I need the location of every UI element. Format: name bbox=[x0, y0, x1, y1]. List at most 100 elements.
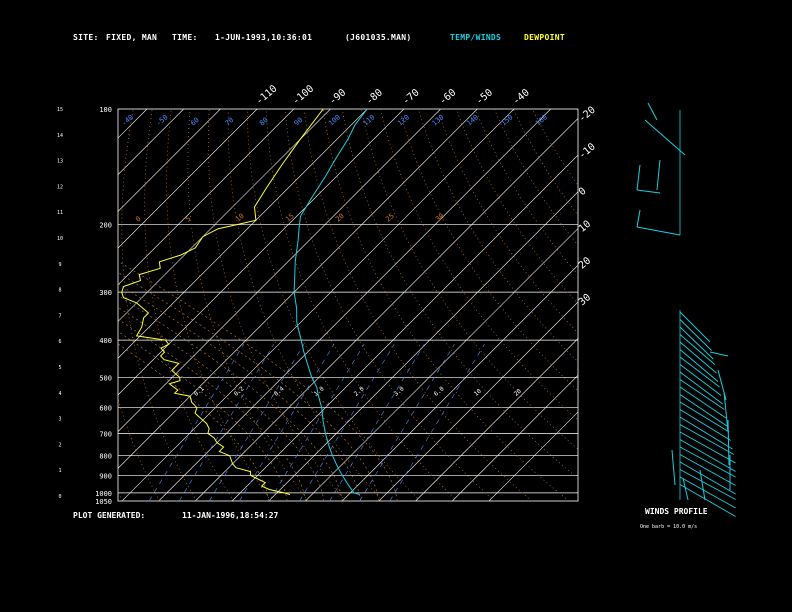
height-tick-label: 5 bbox=[58, 365, 61, 371]
pressure-tick-label: 700 bbox=[99, 430, 112, 438]
height-tick-label: 8 bbox=[58, 288, 61, 294]
height-tick-label: 7 bbox=[58, 313, 61, 319]
height-tick-label: 3 bbox=[58, 417, 61, 423]
mixing-ratio-label: 6.0 bbox=[433, 385, 446, 398]
isotherm-line bbox=[305, 228, 578, 501]
isotherm-line bbox=[415, 338, 578, 501]
mixing-ratio-line bbox=[208, 344, 305, 501]
dewpoint-profile-line bbox=[121, 108, 324, 495]
dry-adiabat-line bbox=[121, 109, 198, 501]
dry-adiabat-label: 120 bbox=[396, 113, 411, 127]
isotherm-top-label: -70 bbox=[401, 87, 422, 107]
wind-barb bbox=[679, 379, 725, 410]
isotherm-top-label: -110 bbox=[254, 83, 280, 107]
isotherm-line bbox=[488, 411, 578, 501]
grid-layer bbox=[0, 108, 579, 502]
moist-adiabat-line bbox=[118, 318, 306, 501]
mixing-ratio-line bbox=[389, 344, 485, 501]
dry-adiabat-line bbox=[246, 109, 421, 501]
dry-adiabat-line bbox=[118, 490, 123, 501]
wind-barb bbox=[679, 334, 716, 365]
mixing-ratio-line bbox=[359, 344, 455, 501]
moist-adiabat-label: 15 bbox=[284, 212, 296, 224]
dry-adiabat-line bbox=[493, 109, 578, 246]
dry-adiabat-label: 150 bbox=[500, 113, 515, 127]
height-tick-label: 4 bbox=[58, 391, 61, 397]
moist-adiabat-line bbox=[119, 261, 398, 501]
wind-barb bbox=[679, 476, 736, 509]
isotherm-line bbox=[0, 109, 110, 501]
mixing-ratio-line bbox=[269, 344, 365, 501]
wind-barb bbox=[679, 469, 736, 500]
dry-adiabat-line bbox=[284, 109, 495, 501]
height-tick-label: 15 bbox=[57, 107, 63, 113]
height-tick-label: 11 bbox=[57, 210, 63, 216]
pressure-tick-label: 300 bbox=[99, 289, 112, 297]
dry-adiabat-label: 100 bbox=[327, 113, 342, 127]
isotherm-line bbox=[231, 154, 578, 501]
interior-grid bbox=[0, 109, 578, 501]
wind-barb bbox=[679, 446, 736, 478]
winds-profile-title: WINDS PROFILE bbox=[645, 507, 708, 516]
pressure-tick-label: 400 bbox=[99, 337, 112, 345]
plot-frame bbox=[117, 108, 579, 502]
isotherm-line bbox=[118, 109, 368, 359]
isotherm-top-label: -40 bbox=[511, 87, 532, 107]
dry-adiabat-line bbox=[531, 109, 578, 186]
isotherm-top-label: -90 bbox=[327, 87, 348, 107]
wind-barb bbox=[647, 102, 658, 121]
pressure-tick-label: 1050 bbox=[95, 498, 112, 506]
mixing-ratio-label: 1.0 bbox=[313, 385, 326, 398]
data-layer bbox=[121, 108, 368, 495]
wind-barb bbox=[709, 351, 729, 357]
isotherm-line bbox=[195, 117, 578, 501]
isotherm-line bbox=[341, 264, 578, 501]
pressure-tick-label: 200 bbox=[99, 222, 112, 230]
mixing-ratio-line bbox=[178, 344, 275, 501]
moist-adiabat-label: 30 bbox=[434, 212, 446, 224]
isotherm-right-label: 0 bbox=[577, 186, 589, 198]
moist-adiabat-line bbox=[118, 331, 288, 501]
isotherm-line bbox=[0, 109, 74, 501]
dry-adiabat-line bbox=[207, 109, 346, 501]
height-tick-label: 0 bbox=[58, 494, 61, 500]
dry-adiabat-line bbox=[322, 109, 570, 501]
dry-adiabat-line bbox=[512, 109, 578, 217]
wind-barb bbox=[679, 356, 720, 388]
pressure-tick-label: 1000 bbox=[95, 490, 112, 498]
moist-adiabat-label: 25 bbox=[384, 212, 396, 224]
wind-barb bbox=[636, 209, 641, 228]
height-tick-label: 9 bbox=[58, 262, 61, 268]
isotherm-right-label: -10 bbox=[577, 141, 598, 161]
wind-barb bbox=[727, 419, 730, 466]
isotherm-line bbox=[118, 109, 295, 286]
dry-adiabat-label: -40 bbox=[120, 113, 135, 127]
dry-adiabat-line bbox=[474, 109, 578, 276]
plot-generated-value: 11-JAN-1996,18:54:27 bbox=[182, 511, 279, 520]
dry-adiabat-line bbox=[227, 109, 384, 501]
isotherm-line bbox=[121, 109, 515, 501]
isotherm-right-label: -20 bbox=[577, 105, 598, 125]
wind-barb bbox=[679, 424, 735, 455]
dry-adiabat-line bbox=[436, 109, 578, 334]
wind-barb bbox=[671, 449, 676, 486]
isotherm-line bbox=[452, 374, 578, 501]
dry-adiabat-line bbox=[187, 109, 309, 501]
isotherm-right-label: 30 bbox=[577, 292, 593, 308]
mixing-ratio-label: 0.1 bbox=[193, 385, 206, 398]
dry-adiabat-label: 80 bbox=[258, 116, 270, 128]
dry-adiabat-label: 160 bbox=[534, 113, 549, 127]
winds-profile bbox=[636, 102, 736, 517]
winds-profile-note: One barb = 10.0 m/s bbox=[640, 524, 698, 530]
dry-adiabat-line bbox=[398, 109, 578, 392]
height-tick-label: 6 bbox=[58, 339, 61, 345]
skew-t-chart: 1002003004005006007008009001000105001234… bbox=[0, 83, 736, 517]
isotherm-top-label: -60 bbox=[437, 87, 458, 107]
pressure-tick-label: 800 bbox=[99, 453, 112, 461]
isotherm-line bbox=[158, 109, 551, 501]
isotherm-line bbox=[118, 109, 441, 433]
isotherm-top-label: -50 bbox=[474, 87, 495, 107]
dry-adiabat-label: 140 bbox=[465, 113, 480, 127]
mixing-ratio-line bbox=[239, 344, 335, 501]
dry-adiabat-line bbox=[265, 109, 458, 501]
